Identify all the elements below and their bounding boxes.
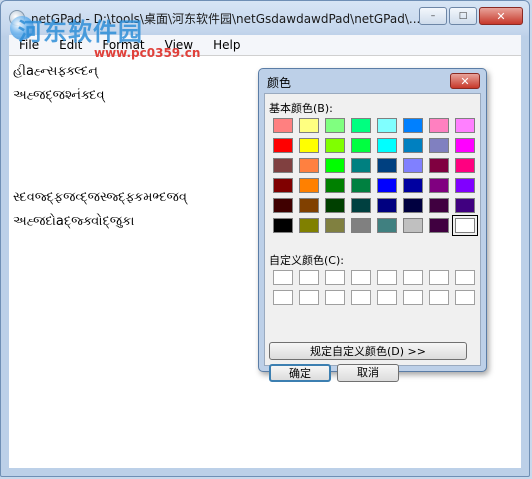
editor-line: સ્દવજ્દ્ફજવ્દ્જસ્જ્દ્ફ્કમભ્દજવ્ [13,190,187,205]
color-swatch[interactable] [429,218,449,233]
dialog-close-button[interactable]: ✕ [450,73,480,89]
close-button[interactable]: ✕ [479,7,523,25]
color-swatch[interactable] [377,198,397,213]
custom-color-swatch[interactable] [377,270,397,285]
color-swatch[interactable] [403,118,423,133]
custom-color-swatch[interactable] [273,290,293,305]
color-swatch[interactable] [273,178,293,193]
custom-color-swatch[interactable] [325,290,345,305]
color-swatch[interactable] [325,138,345,153]
menu-help[interactable]: Help [203,38,250,52]
color-swatch[interactable] [455,158,475,173]
menu-format[interactable]: Format [92,38,154,52]
color-swatch[interactable] [403,218,423,233]
color-swatch[interactable] [351,198,371,213]
color-swatch[interactable] [273,158,293,173]
color-swatch[interactable] [403,158,423,173]
basic-colors-grid [273,118,478,236]
menu-bar: File Edit Format View Help [9,35,521,55]
color-swatch[interactable] [273,118,293,133]
editor-line: અહ્જદોaદ્જ્ક્વોદ્જુકા [13,214,135,229]
color-swatch[interactable] [299,158,319,173]
color-swatch[interactable] [351,158,371,173]
color-swatch[interactable] [299,218,319,233]
editor-line: હીaહ્ન્સફ્ક્લ્દન્ [13,64,98,79]
color-dialog: 颜色 ✕ 基本颜色(B): 自定义颜色(C): 规定自定义颜色(D) >> 确定… [258,68,487,382]
custom-color-swatch[interactable] [455,290,475,305]
color-swatch[interactable] [429,178,449,193]
custom-color-swatch[interactable] [403,290,423,305]
color-swatch[interactable] [299,138,319,153]
color-swatch[interactable] [429,198,449,213]
custom-color-swatch[interactable] [299,270,319,285]
custom-color-swatch[interactable] [403,270,423,285]
color-swatch[interactable] [429,138,449,153]
color-swatch[interactable] [325,178,345,193]
custom-color-swatch[interactable] [351,290,371,305]
color-swatch[interactable] [455,178,475,193]
color-swatch[interactable] [455,198,475,213]
color-swatch[interactable] [351,218,371,233]
color-swatch[interactable] [377,218,397,233]
dialog-body: 基本颜色(B): 自定义颜色(C): 规定自定义颜色(D) >> 确定 取消 [264,93,481,382]
menu-edit[interactable]: Edit [49,38,92,52]
color-swatch[interactable] [351,138,371,153]
color-swatch[interactable] [351,118,371,133]
minimize-button[interactable]: – [419,7,447,25]
maximize-button[interactable]: □ [449,7,477,25]
color-swatch[interactable] [377,118,397,133]
color-swatch[interactable] [403,138,423,153]
custom-color-swatch[interactable] [429,290,449,305]
color-swatch[interactable] [429,158,449,173]
color-swatch[interactable] [325,118,345,133]
color-swatch[interactable] [452,215,478,236]
color-swatch[interactable] [325,218,345,233]
menu-view[interactable]: View [155,38,203,52]
color-swatch[interactable] [351,178,371,193]
color-swatch[interactable] [299,178,319,193]
color-swatch[interactable] [325,198,345,213]
color-swatch[interactable] [455,138,475,153]
color-swatch[interactable] [325,158,345,173]
define-custom-colors-button[interactable]: 规定自定义颜色(D) >> [269,342,467,360]
app-icon [9,10,25,26]
color-swatch[interactable] [299,118,319,133]
ok-button[interactable]: 确定 [269,364,331,382]
color-swatch[interactable] [455,118,475,133]
color-swatch[interactable] [377,178,397,193]
custom-color-swatch[interactable] [377,290,397,305]
custom-color-swatch[interactable] [351,270,371,285]
custom-color-swatch[interactable] [325,270,345,285]
color-swatch[interactable] [273,138,293,153]
custom-colors-label: 自定义颜色(C): [269,254,344,267]
basic-colors-label: 基本颜色(B): [269,102,333,115]
color-swatch[interactable] [429,118,449,133]
custom-color-swatch[interactable] [429,270,449,285]
menu-file[interactable]: File [9,38,49,52]
editor-line: અહ્જદ્જશ્નંક્દવ્ [13,88,105,103]
color-swatch[interactable] [273,198,293,213]
color-swatch[interactable] [299,198,319,213]
color-swatch[interactable] [403,198,423,213]
title-bar[interactable]: netGPad - D:\tools\桌面\河东软件园\netGsdawdawd… [1,1,529,35]
color-swatch[interactable] [273,218,293,233]
custom-color-swatch[interactable] [455,270,475,285]
custom-color-swatch[interactable] [273,270,293,285]
custom-colors-grid [273,270,477,306]
window-title: netGPad - D:\tools\桌面\河东软件园\netGsdawdawd… [31,12,421,26]
dialog-title: 颜色 [267,76,292,90]
color-swatch[interactable] [403,178,423,193]
cancel-button[interactable]: 取消 [337,364,399,382]
custom-color-swatch[interactable] [299,290,319,305]
color-swatch[interactable] [377,138,397,153]
color-swatch[interactable] [377,158,397,173]
